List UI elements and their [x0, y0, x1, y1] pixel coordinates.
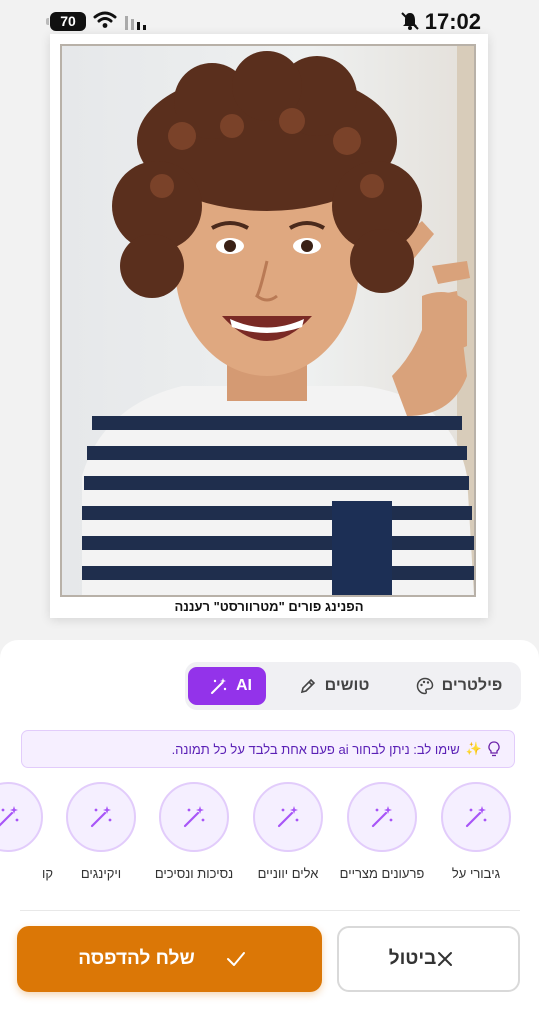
magic-wand-icon	[183, 806, 205, 828]
tab-markers[interactable]: טושים	[280, 667, 380, 705]
cellular-signal-icon	[125, 16, 146, 30]
style-circle	[0, 782, 43, 852]
send-to-print-label: שלח להדפסה	[78, 948, 195, 969]
clock-time: 17:02	[424, 9, 481, 34]
sparkles-icon: ✨	[465, 741, 482, 756]
silent-mode-icon	[401, 12, 419, 30]
tab-ai-label: AI	[236, 677, 252, 694]
send-to-print-button[interactable]: שלח להדפסה	[17, 926, 322, 992]
ai-notice-text: שימו לב: ניתן לבחור ai פעם אחת בלבד על כ…	[171, 741, 460, 757]
tab-filters[interactable]: פילטרים	[395, 667, 515, 705]
photo-preview-card: הפנינג פורים "מטרוורסט" רעננה	[50, 34, 488, 618]
style-circle	[159, 782, 229, 852]
style-option-pharaohs[interactable]: פרעונים מצריים	[337, 782, 427, 881]
magic-wand-icon	[277, 806, 299, 828]
style-circle	[66, 782, 136, 852]
style-option-superheroes[interactable]: גיבורי על	[431, 782, 521, 881]
checkmark-icon	[226, 952, 245, 966]
style-label: אלים יווניים	[257, 866, 319, 881]
battery-level: 70	[60, 13, 76, 29]
cancel-label: ביטול	[388, 948, 437, 969]
child-portrait-illustration	[82, 46, 474, 595]
style-option-vikings[interactable]: ויקינגים	[56, 782, 146, 881]
style-option-princesses[interactable]: נסיכות ונסיכים	[149, 782, 239, 881]
style-option-greek-gods[interactable]: אלים יווניים	[243, 782, 333, 881]
magic-wand-icon	[90, 806, 112, 828]
magic-wand-icon	[371, 806, 393, 828]
style-option-partial[interactable]: קו	[0, 782, 53, 881]
style-label: נסיכות ונסיכים	[154, 866, 234, 881]
cancel-button[interactable]: ביטול	[337, 926, 520, 992]
battery-icon: 70	[46, 12, 86, 31]
close-icon	[438, 952, 453, 966]
photo-caption: הפנינג פורים "מטרוורסט" רעננה	[174, 599, 364, 614]
palette-icon	[416, 677, 433, 695]
magic-wand-icon	[465, 806, 487, 828]
magic-wand-icon	[211, 678, 227, 694]
ai-notice-banner: ✨ שימו לב: ניתן לבחור ai פעם אחת בלבד על…	[21, 730, 515, 768]
wifi-icon	[93, 11, 117, 28]
lightbulb-icon	[488, 741, 500, 757]
ai-style-carousel[interactable]: גיבורי על פרעונים מצריים אלים יווניים נס…	[0, 782, 539, 892]
style-label: פרעונים מצריים	[339, 866, 425, 881]
style-circle	[253, 782, 323, 852]
photo-image	[60, 44, 476, 597]
style-label: גיבורי על	[451, 866, 501, 881]
style-circle	[441, 782, 511, 852]
magic-wand-icon	[0, 806, 19, 827]
divider	[20, 910, 520, 911]
tab-markers-label: טושים	[324, 677, 370, 694]
style-circle	[347, 782, 417, 852]
tab-filters-label: פילטרים	[441, 677, 503, 694]
editing-panel: AI טושים פילטרים ✨ שימו לב: ניתן לבחור a…	[0, 640, 539, 1024]
style-label: קו	[41, 866, 53, 881]
edit-mode-tabs: AI טושים פילטרים	[185, 662, 521, 710]
style-label: ויקינגים	[80, 866, 122, 881]
pen-icon	[300, 678, 315, 694]
tab-ai[interactable]: AI	[188, 667, 266, 705]
